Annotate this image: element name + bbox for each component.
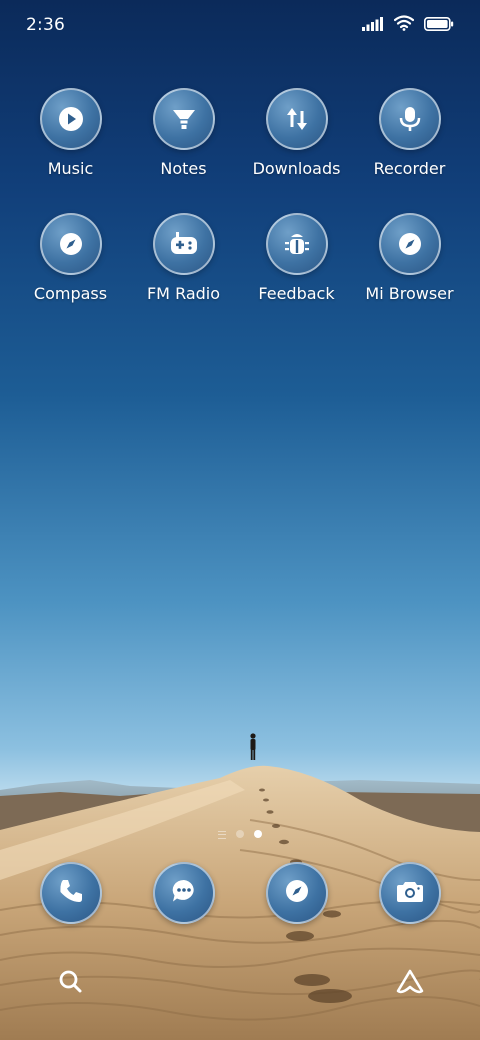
assistant-icon[interactable] bbox=[394, 967, 426, 997]
app-label: Mi Browser bbox=[365, 284, 454, 303]
app-downloads[interactable]: Downloads bbox=[240, 88, 353, 178]
app-compass[interactable]: Compass bbox=[14, 213, 127, 303]
bug-icon bbox=[265, 213, 328, 275]
app-label: FM Radio bbox=[146, 284, 221, 303]
app-recorder[interactable]: Recorder bbox=[353, 88, 466, 178]
dock-camera-button[interactable] bbox=[379, 862, 441, 924]
microphone-icon bbox=[378, 88, 441, 150]
dock-phone-button[interactable] bbox=[40, 862, 102, 924]
app-fm-radio[interactable]: FM Radio bbox=[127, 213, 240, 303]
compass-icon bbox=[283, 877, 311, 909]
signal-icon bbox=[362, 16, 384, 35]
app-mi-browser[interactable]: Mi Browser bbox=[353, 213, 466, 303]
battery-icon bbox=[424, 16, 454, 35]
app-label: Notes bbox=[160, 159, 207, 178]
compass-icon bbox=[39, 213, 102, 275]
page-dot-active[interactable] bbox=[254, 830, 262, 838]
camera-icon bbox=[396, 878, 424, 908]
gamepad-icon bbox=[152, 213, 215, 275]
app-label: Recorder bbox=[373, 159, 446, 178]
search-icon[interactable] bbox=[56, 967, 86, 997]
page-dot[interactable] bbox=[236, 830, 244, 838]
compass-icon bbox=[378, 213, 441, 275]
transfer-icon bbox=[265, 88, 328, 150]
dock-messages-button[interactable] bbox=[153, 862, 215, 924]
app-label: Compass bbox=[33, 284, 108, 303]
play-icon bbox=[39, 88, 102, 150]
status-icons bbox=[362, 15, 454, 35]
app-notes[interactable]: Notes bbox=[127, 88, 240, 178]
funnel-icon bbox=[152, 88, 215, 150]
page-dot-list-icon[interactable] bbox=[218, 830, 226, 839]
page-indicator[interactable] bbox=[0, 830, 480, 839]
person-silhouette bbox=[248, 733, 258, 761]
app-feedback[interactable]: Feedback bbox=[240, 213, 353, 303]
wifi-icon bbox=[393, 15, 415, 35]
chat-bubble-icon bbox=[170, 877, 198, 909]
app-music[interactable]: Music bbox=[14, 88, 127, 178]
status-clock: 2:36 bbox=[26, 15, 65, 35]
app-label: Feedback bbox=[258, 284, 335, 303]
app-label: Music bbox=[47, 159, 94, 178]
dock-browser-button[interactable] bbox=[266, 862, 328, 924]
app-label: Downloads bbox=[252, 159, 341, 178]
status-bar: 2:36 bbox=[0, 0, 480, 52]
phone-icon bbox=[58, 878, 84, 908]
